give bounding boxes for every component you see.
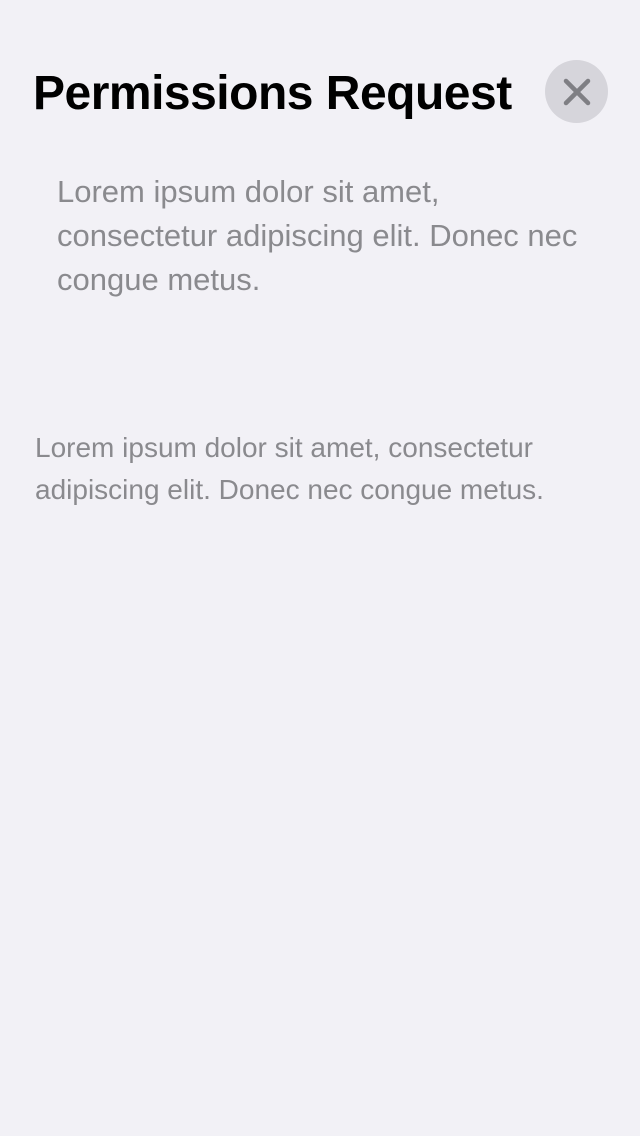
primary-description: Lorem ipsum dolor sit amet, consectetur … <box>57 174 578 297</box>
page-title: Permissions Request <box>33 67 512 120</box>
close-icon <box>563 78 590 105</box>
header: Permissions Request <box>33 58 608 128</box>
permissions-screen: Permissions Request Lorem ipsum dolor si… <box>0 0 640 1136</box>
secondary-description: Lorem ipsum dolor sit amet, consectetur … <box>35 432 544 505</box>
close-button[interactable] <box>545 60 608 123</box>
